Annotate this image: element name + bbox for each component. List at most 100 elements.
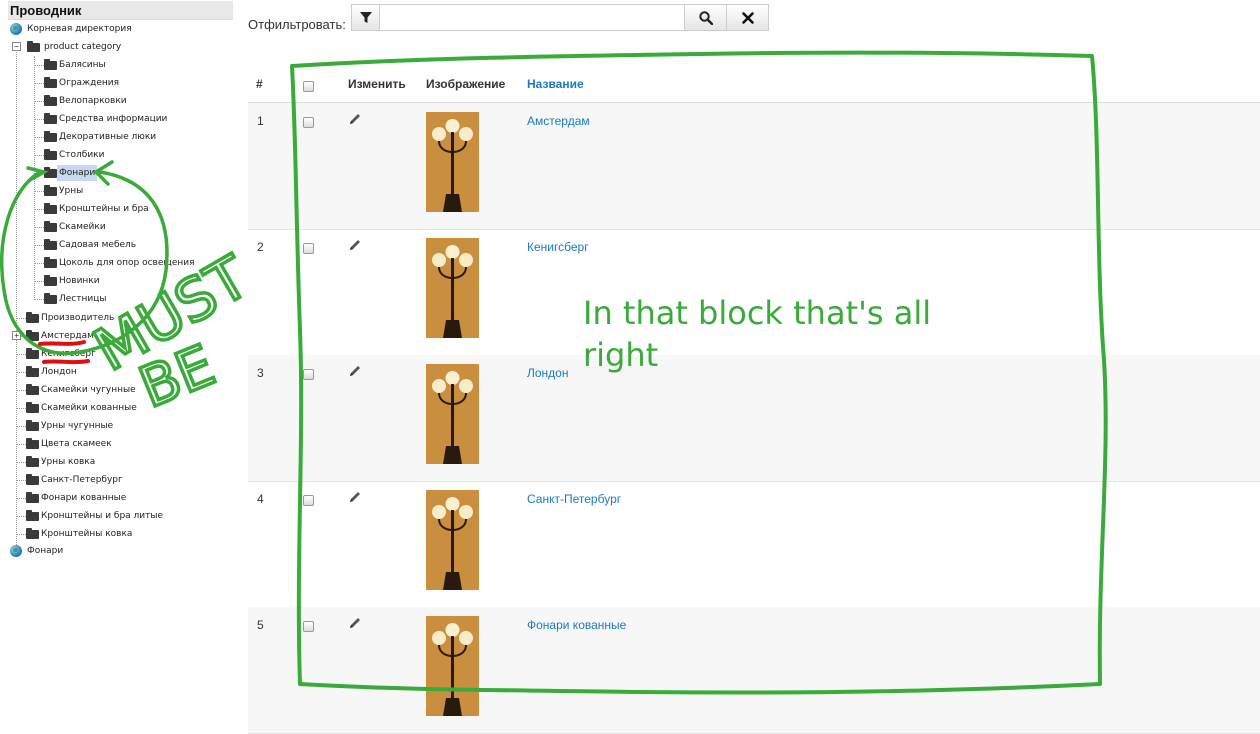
- tree-guide: [17, 318, 26, 319]
- folder-icon: [44, 131, 57, 142]
- pencil-icon[interactable]: [348, 238, 362, 252]
- tree-item[interactable]: + Амстердам: [12, 328, 96, 344]
- tree-item[interactable]: Санкт-Петербург: [26, 472, 125, 488]
- row-checkbox[interactable]: [303, 117, 314, 128]
- header-name-sort-link[interactable]: Название: [527, 77, 584, 91]
- tree-item[interactable]: Цвета скамеек: [26, 436, 114, 452]
- folder-icon: [44, 275, 57, 286]
- tree-subitem-label: Цоколь для опор освещения: [59, 258, 195, 268]
- lantern-thumbnail[interactable]: [426, 364, 479, 464]
- filter-input[interactable]: [379, 4, 685, 31]
- select-all-checkbox[interactable]: [303, 81, 314, 92]
- tree-item[interactable]: Фонари кованные: [26, 490, 128, 506]
- tree-subitem[interactable]: Средства информации: [44, 111, 169, 127]
- tree-subitem[interactable]: Садовая мебель: [44, 237, 138, 253]
- tree-item-label: Урны ковка: [41, 457, 96, 467]
- pencil-icon[interactable]: [348, 616, 362, 630]
- pencil-icon[interactable]: [348, 112, 362, 126]
- tree-item-label: Скамейки кованные: [41, 403, 137, 413]
- tree-item[interactable]: Урны ковка: [26, 454, 97, 470]
- explorer-sidebar: Проводник Корневая директория − product ca…: [0, 0, 247, 734]
- tree-subitem-label: Средства информации: [59, 114, 168, 124]
- clear-filter-button[interactable]: [726, 4, 769, 31]
- row-checkbox[interactable]: [303, 243, 314, 254]
- tree-subitem-label: Ограждения: [59, 78, 120, 88]
- tree-subitem-label: Фонари: [57, 165, 98, 181]
- expand-icon[interactable]: +: [12, 331, 21, 340]
- table-row: 5 Фонари кованные: [248, 607, 1260, 734]
- item-title-link[interactable]: Санкт-Петербург: [527, 492, 621, 506]
- tree-subitem[interactable]: Лестницы: [44, 291, 108, 307]
- tree-subitem[interactable]: Велопарковки: [44, 93, 129, 109]
- tree-item[interactable]: Кронштейны ковка: [26, 526, 134, 542]
- tree-subitem-label: Скамейки: [59, 222, 106, 232]
- tree-subitem[interactable]: Декоративные люки: [44, 129, 158, 145]
- row-number: 3: [257, 366, 264, 380]
- lantern-thumbnail[interactable]: [426, 490, 479, 590]
- tree-item[interactable]: Кенигсберг: [26, 346, 98, 362]
- tree-item-label: Лондон: [41, 367, 77, 377]
- pencil-icon[interactable]: [348, 364, 362, 378]
- tree-item[interactable]: Скамейки кованные: [26, 400, 139, 416]
- collapse-icon[interactable]: −: [12, 42, 21, 51]
- tree-item-label: Производитель: [41, 313, 115, 323]
- filter-toggle-button[interactable]: [351, 4, 380, 31]
- row-checkbox[interactable]: [303, 369, 314, 380]
- tree-subitem[interactable]: Цоколь для опор освещения: [44, 255, 197, 271]
- folder-icon: [26, 420, 39, 431]
- tree-guide: [35, 155, 44, 156]
- tree-subitem[interactable]: Урны: [44, 183, 85, 199]
- tree-item[interactable]: Лондон: [26, 364, 79, 380]
- tree-subitem[interactable]: Скамейки: [44, 219, 108, 235]
- tree-item-label: Амстердам: [41, 331, 94, 341]
- table-row: 3 Лондон: [248, 355, 1260, 482]
- folder-icon: [26, 366, 39, 377]
- search-button[interactable]: [684, 4, 727, 31]
- item-title-link[interactable]: Лондон: [527, 366, 568, 380]
- item-title-link[interactable]: Кенигсберг: [527, 240, 589, 254]
- lantern-thumbnail[interactable]: [426, 616, 479, 716]
- tree-item[interactable]: Производитель: [26, 310, 116, 326]
- tree-guide: [17, 354, 26, 355]
- table-row: 1 Амстердам: [248, 103, 1260, 230]
- tree-subitem[interactable]: Балясины: [44, 57, 108, 73]
- tree-guide: [35, 299, 44, 300]
- tree-guide: [35, 263, 44, 264]
- folder-icon: [44, 185, 57, 196]
- tree-subitem-label: Кронштейны и бра: [59, 204, 149, 214]
- folder-icon: [26, 438, 39, 449]
- folder-icon: [26, 456, 39, 467]
- tree-guide: [17, 444, 26, 445]
- tree-root[interactable]: Корневая директория: [10, 21, 134, 37]
- tree-item[interactable]: Урны чугунные: [26, 418, 115, 434]
- row-checkbox[interactable]: [303, 495, 314, 506]
- tree-item[interactable]: Кронштейны и бра литые: [26, 508, 165, 524]
- tree-subitem[interactable]: Столбики: [44, 147, 106, 163]
- tree-item[interactable]: Скамейки чугунные: [26, 382, 138, 398]
- table-row: 4 Санкт-Петербург: [248, 481, 1260, 608]
- header-image: Изображение: [426, 77, 506, 91]
- tree-subitem[interactable]: Ограждения: [44, 75, 121, 91]
- tree-subitem-label: Садовая мебель: [59, 240, 137, 250]
- row-checkbox[interactable]: [303, 621, 314, 632]
- item-title-link[interactable]: Фонари кованные: [527, 618, 626, 632]
- tree-guide: [17, 426, 26, 427]
- globe-icon: [10, 23, 22, 35]
- tree-guide: [17, 534, 26, 535]
- folder-icon: [26, 474, 39, 485]
- tree-guide: [35, 137, 44, 138]
- tree-root-lanterns[interactable]: Фонари: [10, 543, 65, 559]
- item-title-link[interactable]: Амстердам: [527, 114, 590, 128]
- tree-subitem[interactable]: Кронштейны и бра: [44, 201, 151, 217]
- lantern-thumbnail[interactable]: [426, 112, 479, 212]
- tree-item-label: Кронштейны и бра литые: [41, 511, 164, 521]
- folder-icon: [44, 257, 57, 268]
- tree-guide: [16, 52, 17, 547]
- lantern-thumbnail[interactable]: [426, 238, 479, 338]
- tree-subitem[interactable]: Новинки: [44, 273, 102, 289]
- folder-icon: [44, 203, 57, 214]
- tree-subitem[interactable]: Фонари: [44, 165, 98, 181]
- tree-subitem-label: Новинки: [59, 276, 100, 286]
- tree-item-product-category[interactable]: − product category: [12, 39, 123, 55]
- pencil-icon[interactable]: [348, 490, 362, 504]
